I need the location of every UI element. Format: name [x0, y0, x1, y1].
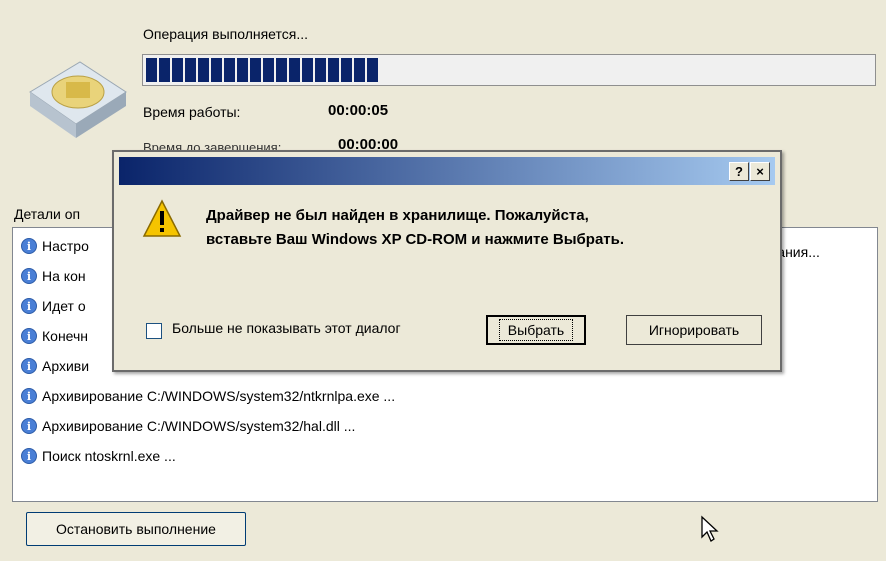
- elapsed-time-label: Время работы:: [143, 104, 241, 120]
- log-row: i Конечн: [21, 326, 88, 346]
- progress-segment: [198, 58, 209, 82]
- info-icon: i: [21, 448, 37, 464]
- details-label: Детали оп: [14, 206, 81, 222]
- progress-segment: [341, 58, 352, 82]
- info-icon: i: [21, 238, 37, 254]
- log-row-text: Архивирование C:/WINDOWS/system32/ntkrnl…: [42, 388, 396, 404]
- progress-segment: [211, 58, 222, 82]
- progress-segment: [354, 58, 365, 82]
- select-button[interactable]: Выбрать: [486, 315, 586, 345]
- info-icon: i: [21, 268, 37, 284]
- progress-segment: [302, 58, 313, 82]
- progress-segment: [250, 58, 261, 82]
- log-row-text: На кон: [42, 268, 86, 284]
- stop-button[interactable]: Остановить выполнение: [26, 512, 246, 546]
- log-row: i На кон: [21, 266, 86, 286]
- log-row-text: Архивирование C:/WINDOWS/system32/hal.dl…: [42, 418, 356, 434]
- progress-segment: [146, 58, 157, 82]
- log-row-text: Настро: [42, 238, 89, 254]
- operation-status-label: Операция выполняется...: [143, 26, 309, 42]
- progress-segment: [263, 58, 274, 82]
- disk-icon: [29, 61, 127, 138]
- log-row-text: Поиск ntoskrnl.exe ...: [42, 448, 176, 464]
- close-button[interactable]: ×: [750, 162, 770, 181]
- progress-segment: [276, 58, 287, 82]
- operation-panel: Операция выполняется... Время работы: 00…: [0, 0, 886, 561]
- progress-segment: [172, 58, 183, 82]
- log-row: i Архиви: [21, 356, 89, 376]
- progress-segment: [328, 58, 339, 82]
- log-row: i Архивирование C:/WINDOWS/system32/hal.d…: [21, 416, 355, 436]
- dialog-message: Драйвер не был найден в хранилище. Пожал…: [206, 207, 625, 248]
- log-row: i Идет о: [21, 296, 86, 316]
- info-icon: i: [21, 298, 37, 314]
- info-icon: i: [21, 388, 37, 404]
- log-row-text: Архиви: [42, 358, 90, 374]
- ignore-button[interactable]: Игнорировать: [626, 315, 762, 345]
- progress-segment: [237, 58, 248, 82]
- dont-show-checkbox-label[interactable]: Больше не показывать этот диалог: [172, 320, 401, 336]
- log-row-text: Идет о: [42, 298, 86, 314]
- help-button[interactable]: ?: [729, 162, 749, 181]
- dont-show-checkbox[interactable]: [146, 323, 162, 339]
- progress-segment: [289, 58, 300, 82]
- select-button-label: Выбрать: [498, 319, 574, 341]
- progress-segment: [159, 58, 170, 82]
- driver-dialog: ? × Драйвер не был найден в хранилище. П…: [112, 150, 782, 372]
- log-row-text: Конечн: [42, 328, 89, 344]
- log-row: i Архивирование C:/WINDOWS/system32/ntkrn…: [21, 386, 395, 406]
- log-row: i Настро: [21, 236, 89, 256]
- log-row: i Поиск ntoskrnl.exe ...: [21, 446, 176, 466]
- elapsed-time-value: 00:00:05: [328, 102, 389, 119]
- info-icon: i: [21, 358, 37, 374]
- dialog-titlebar[interactable]: ? ×: [119, 157, 775, 185]
- mouse-cursor-icon: [701, 515, 719, 542]
- progress-segment: [315, 58, 326, 82]
- progress-segment: [185, 58, 196, 82]
- info-icon: i: [21, 328, 37, 344]
- warning-icon: [142, 199, 182, 237]
- progress-segment: [224, 58, 235, 82]
- info-icon: i: [21, 418, 37, 434]
- progress-segment: [367, 58, 378, 82]
- progress-bar: [142, 54, 876, 86]
